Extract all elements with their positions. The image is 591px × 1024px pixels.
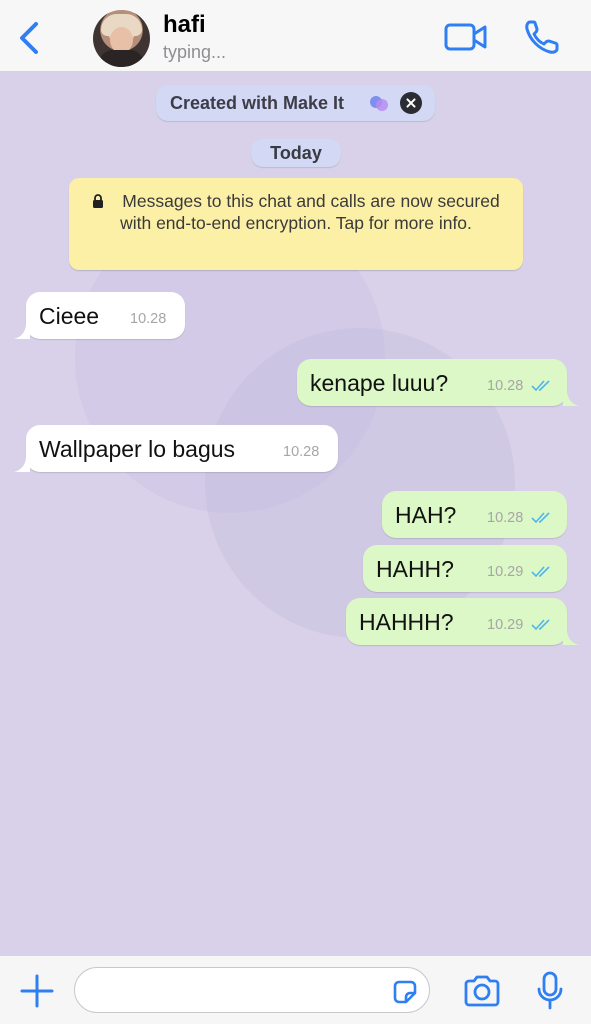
bubble-tail	[563, 390, 579, 406]
sticker-icon	[393, 980, 417, 1004]
sticker-button[interactable]	[391, 978, 419, 1006]
message-time: 10.28	[283, 444, 320, 460]
make-it-banner[interactable]: Created with Make It	[156, 85, 435, 121]
message-bubble-incoming[interactable]: Cieee 10.28	[14, 292, 185, 339]
message-bubble-outgoing[interactable]: HAH? 10.28	[382, 491, 567, 538]
read-ticks-icon	[531, 512, 550, 524]
contact-status: typing...	[163, 42, 227, 62]
message-text: Wallpaper lo bagus	[39, 436, 236, 462]
message-list[interactable]: Created with Make It Today Messages to t…	[0, 73, 591, 955]
read-ticks-icon	[531, 380, 550, 392]
composer-bar	[0, 955, 591, 1024]
lock-icon	[93, 194, 104, 208]
camera-icon	[464, 975, 500, 1007]
message-text: HAHH?	[376, 556, 454, 582]
message-input[interactable]	[74, 967, 430, 1013]
message-bubble-outgoing[interactable]: HAHH? 10.29	[363, 545, 567, 592]
chat-header: hafi typing...	[0, 0, 591, 72]
bubble-tail	[14, 456, 30, 472]
phone-call-icon	[525, 20, 559, 54]
close-icon[interactable]	[400, 92, 422, 114]
voice-message-button[interactable]	[535, 970, 565, 1012]
microphone-icon	[537, 971, 563, 1010]
message-text: HAHHH?	[359, 609, 454, 635]
message-text: HAH?	[395, 502, 457, 528]
message-time: 10.28	[130, 311, 167, 327]
encryption-text: Messages to this chat and calls are now …	[120, 191, 500, 233]
message-bubble-outgoing[interactable]: kenape luuu? 10.28	[297, 359, 579, 406]
message-text: Cieee	[39, 303, 100, 329]
message-time: 10.28	[487, 510, 524, 526]
read-ticks-icon	[531, 619, 550, 631]
date-separator: Today	[251, 139, 341, 167]
back-chevron-icon	[20, 22, 38, 54]
message-bubble-incoming[interactable]: Wallpaper lo bagus 10.28	[14, 425, 338, 472]
chat-screen: hafi typing... Created with Make It Toda	[0, 0, 591, 1024]
plus-icon	[20, 974, 54, 1008]
read-ticks-icon	[531, 566, 550, 578]
bubble-tail	[563, 629, 579, 645]
voice-call-button[interactable]	[522, 18, 562, 56]
message-text: kenape luuu?	[310, 370, 449, 396]
contact-avatar[interactable]	[93, 10, 150, 67]
attach-button[interactable]	[19, 973, 55, 1009]
contact-name[interactable]: hafi	[163, 11, 206, 39]
bubble-tail	[14, 323, 30, 339]
message-time: 10.29	[487, 564, 524, 580]
encryption-notice[interactable]: Messages to this chat and calls are now …	[69, 178, 523, 270]
make-it-label: Created with Make It	[170, 93, 345, 113]
make-it-logo-icon	[370, 96, 388, 111]
back-button[interactable]	[14, 20, 46, 56]
message-time: 10.28	[487, 378, 524, 394]
video-call-icon	[444, 23, 487, 51]
video-call-button[interactable]	[443, 20, 489, 54]
message-bubble-outgoing[interactable]: HAHHH? 10.29	[346, 598, 579, 645]
camera-button[interactable]	[462, 973, 502, 1009]
message-time: 10.29	[487, 617, 524, 633]
